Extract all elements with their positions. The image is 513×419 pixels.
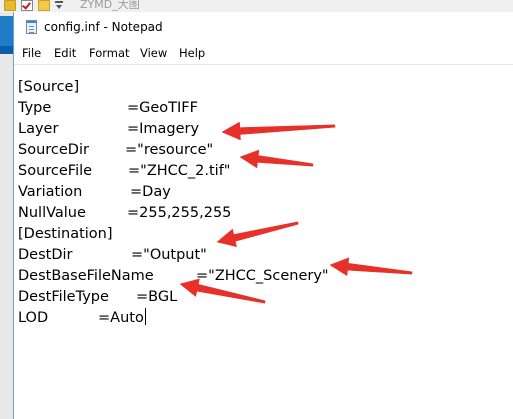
line-key: SourceDir: [18, 142, 89, 158]
pin-dropdown-icon[interactable]: [55, 1, 63, 9]
checkmark-icon[interactable]: [21, 0, 33, 11]
line-value: ="Output": [131, 247, 207, 263]
background-window-sidebar: [0, 12, 13, 419]
nav-highlight: [0, 46, 13, 54]
text-line: Variation =Day: [18, 182, 171, 203]
line-value: ="resource": [125, 142, 214, 158]
line-key: [Destination]: [18, 226, 113, 242]
line-value: =255,255,255: [127, 205, 232, 221]
line-key: SourceFile: [18, 163, 93, 179]
line-value: =Imagery: [127, 121, 200, 137]
line-key: Variation: [18, 184, 83, 200]
text-line: [Source]: [18, 77, 79, 98]
selected-nav-item[interactable]: [0, 16, 13, 46]
line-key: [Source]: [18, 79, 80, 95]
text-line: SourceFile ="ZHCC_2.tif": [18, 161, 230, 182]
text-line: [Destination]: [18, 224, 113, 245]
line-value: ="ZHCC_2.tif": [128, 163, 231, 179]
text-editor[interactable]: [Source] Type =GeoTIFF Layer =Imagery So…: [14, 64, 513, 419]
text-line: NullValue =255,255,255: [18, 203, 231, 224]
menu-edit[interactable]: Edit: [54, 46, 76, 60]
menu-file[interactable]: File: [22, 46, 41, 60]
text-caret: [144, 308, 146, 325]
line-key: Layer: [18, 121, 59, 137]
line-key: DestDir: [18, 247, 73, 263]
quick-access-toolbar: [4, 0, 63, 12]
text-line: Type =GeoTIFF: [18, 98, 198, 119]
line-value: =Day: [130, 184, 171, 200]
text-line: SourceDir ="resource": [18, 140, 213, 161]
notepad-icon[interactable]: [26, 20, 37, 34]
menu-help[interactable]: Help: [179, 46, 205, 60]
folder-icon[interactable]: [38, 0, 50, 11]
line-value: =BGL: [136, 289, 178, 305]
line-key: LOD: [18, 310, 49, 326]
folder-icon[interactable]: [4, 0, 16, 11]
screen: ZYMD_大图 config.inf - Notepad File Edit F…: [0, 0, 513, 419]
line-value: ="ZHCC_Scenery": [196, 268, 329, 284]
line-key: DestFileType: [18, 289, 109, 305]
background-window-title: ZYMD_大图: [80, 0, 140, 11]
menu-view[interactable]: View: [140, 46, 167, 60]
line-value: =Auto: [98, 308, 146, 329]
notepad-window: config.inf - Notepad File Edit Format Vi…: [13, 12, 513, 419]
text-line: DestBaseFileName ="ZHCC_Scenery": [18, 266, 329, 287]
line-key: NullValue: [18, 205, 86, 221]
line-key: Type: [18, 100, 52, 116]
window-title: config.inf - Notepad: [44, 20, 163, 34]
line-key: DestBaseFileName: [18, 268, 154, 284]
line-value: =GeoTIFF: [127, 100, 198, 116]
text-line: DestFileType =BGL: [18, 287, 177, 308]
menu-format[interactable]: Format: [89, 46, 130, 60]
text-line: Layer =Imagery: [18, 119, 199, 140]
text-line: DestDir ="Output": [18, 245, 207, 266]
text-line: LOD =Auto: [18, 308, 146, 329]
menu-bar: File Edit Format View Help: [14, 42, 513, 64]
title-bar[interactable]: config.inf - Notepad: [14, 12, 513, 42]
line-value-text: =Auto: [98, 310, 144, 326]
